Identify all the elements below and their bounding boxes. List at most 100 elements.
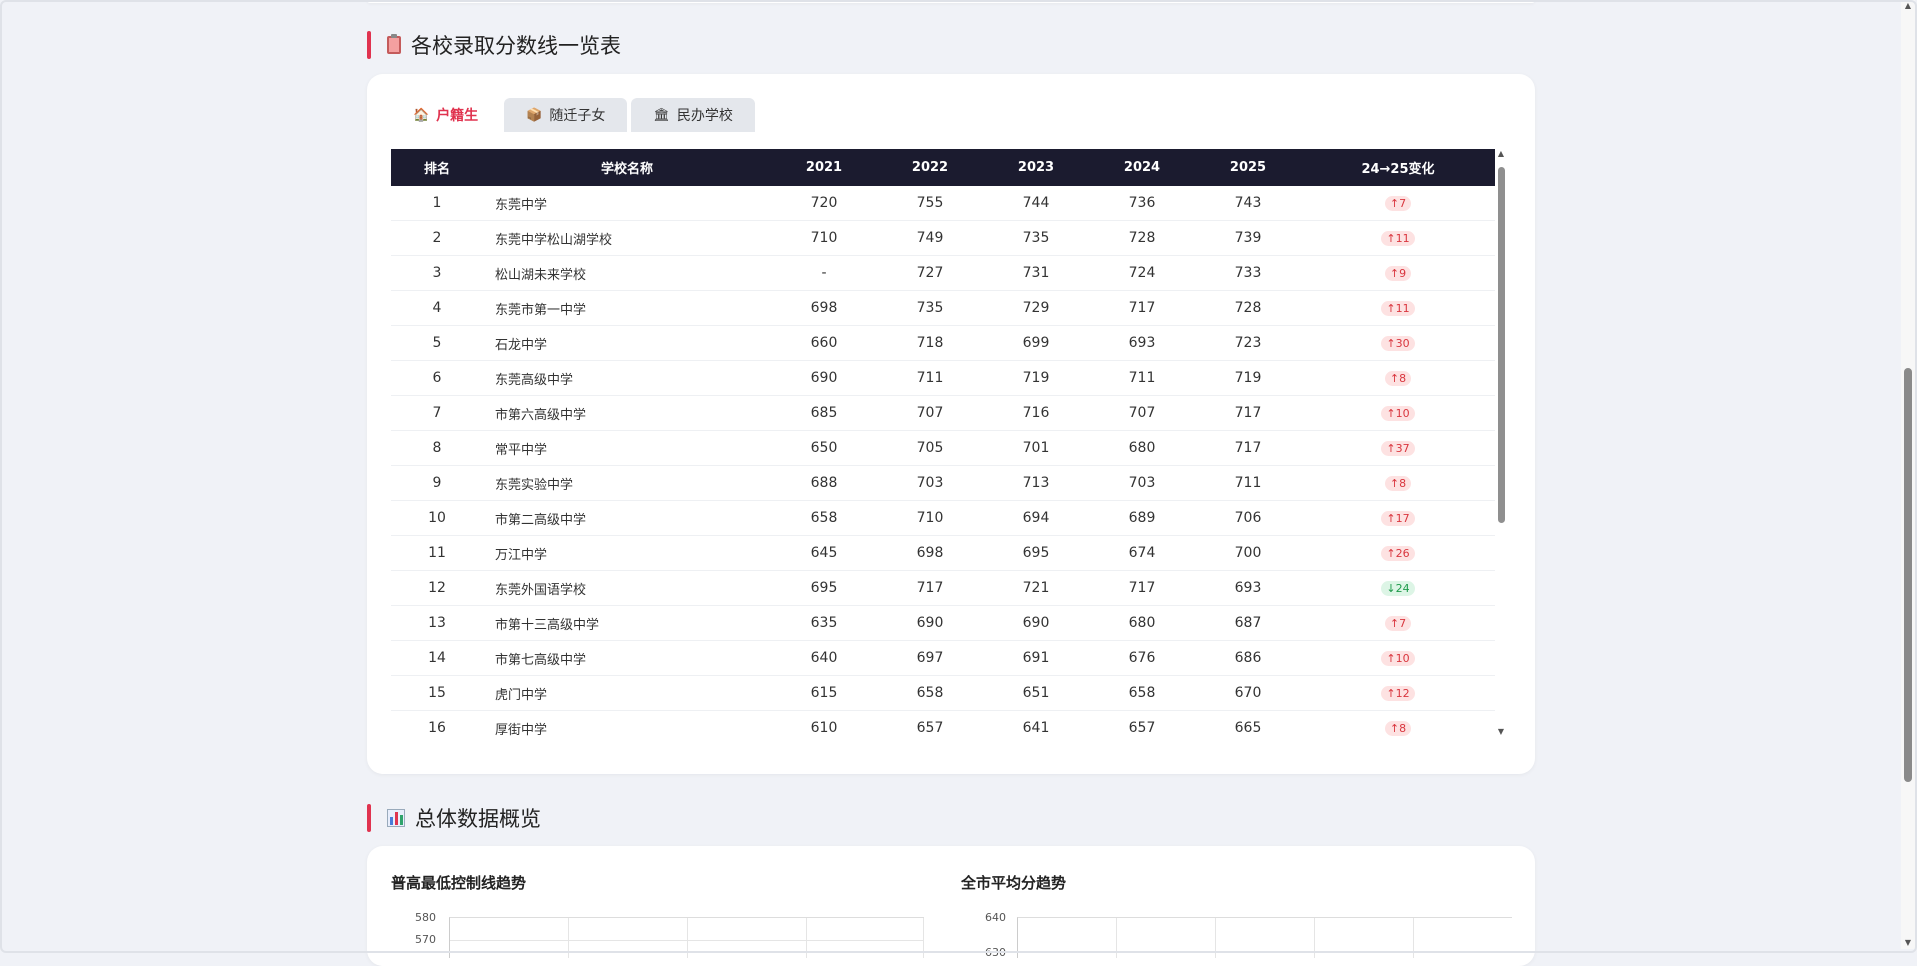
cell-y2023: 719	[983, 360, 1089, 396]
cell-y2023: 651	[983, 675, 1089, 711]
page-scroll-down-icon[interactable]: ▼	[1901, 937, 1915, 949]
tab-private-schools[interactable]: 🏛 民办学校	[631, 98, 755, 132]
cell-name: 市第六高级中学	[483, 395, 771, 431]
page-scroll-up-icon[interactable]: ▲	[1901, 0, 1915, 12]
change-badge: ↑9	[1384, 266, 1412, 281]
cell-y2021: 660	[771, 325, 877, 361]
cell-y2022: 658	[877, 675, 983, 711]
cell-name: 市第七高级中学	[483, 640, 771, 676]
table-row: 2 东莞中学松山湖学校 710 749 735 728 739 ↑11	[391, 220, 1495, 256]
cell-y2023: 701	[983, 430, 1089, 466]
cell-change: ↑9	[1301, 255, 1495, 291]
header-2022: 2022	[877, 149, 983, 186]
cell-name: 东莞外国语学校	[483, 570, 771, 606]
cell-y2023: 690	[983, 605, 1089, 641]
table-scrollbar[interactable]: ▲ ▼	[1495, 149, 1507, 737]
cell-name: 常平中学	[483, 430, 771, 466]
table-row: 8 常平中学 650 705 701 680 717 ↑37	[391, 430, 1495, 466]
cell-y2022: 710	[877, 500, 983, 536]
cell-y2022: 707	[877, 395, 983, 431]
cell-rank: 8	[391, 430, 483, 466]
tab-label: 户籍生	[436, 108, 479, 124]
cell-y2022: 690	[877, 605, 983, 641]
cell-y2021: 710	[771, 220, 877, 256]
cell-change: ↑7	[1301, 186, 1495, 221]
cell-y2021: 695	[771, 570, 877, 606]
cell-rank: 13	[391, 605, 483, 641]
cell-y2025: 717	[1195, 430, 1301, 466]
cell-y2021: 720	[771, 186, 877, 221]
change-badge: ↑7	[1384, 616, 1412, 631]
cell-y2023: 729	[983, 290, 1089, 326]
cell-y2023: 744	[983, 186, 1089, 221]
cell-y2022: 711	[877, 360, 983, 396]
cell-y2023: 641	[983, 710, 1089, 737]
table-row: 14 市第七高级中学 640 697 691 676 686 ↑10	[391, 640, 1495, 676]
cell-y2025: 706	[1195, 500, 1301, 536]
scroll-up-arrow-icon[interactable]: ▲	[1495, 149, 1507, 159]
change-badge: ↑10	[1381, 406, 1415, 421]
cell-y2024: 676	[1089, 640, 1195, 676]
scores-table-card: 🏠 户籍生 📦 随迁子女 🏛 民办学校 排名 学校名称 2021 2022 20…	[367, 74, 1535, 774]
change-badge: ↑11	[1381, 231, 1415, 246]
previous-card-edge	[367, 0, 1535, 3]
cell-y2021: 645	[771, 535, 877, 571]
cell-change: ↑8	[1301, 710, 1495, 737]
cell-y2024: 658	[1089, 675, 1195, 711]
cell-change: ↑26	[1301, 535, 1495, 571]
table-row: 6 东莞高级中学 690 711 719 711 719 ↑8	[391, 360, 1495, 396]
cell-name: 市第二高级中学	[483, 500, 771, 536]
cell-change: ↑17	[1301, 500, 1495, 536]
cell-y2022: 698	[877, 535, 983, 571]
cell-y2024: 693	[1089, 325, 1195, 361]
cell-rank: 14	[391, 640, 483, 676]
table-row: 1 东莞中学 720 755 744 736 743 ↑7	[391, 186, 1495, 221]
cell-change: ↑10	[1301, 395, 1495, 431]
section-title: 各校录取分数线一览表	[411, 34, 621, 58]
change-badge: ↑37	[1381, 441, 1415, 456]
cell-rank: 6	[391, 360, 483, 396]
cell-y2022: 735	[877, 290, 983, 326]
cell-y2024: 717	[1089, 570, 1195, 606]
cell-name: 松山湖未来学校	[483, 255, 771, 291]
cell-name: 东莞市第一中学	[483, 290, 771, 326]
header-school-name: 学校名称	[483, 149, 771, 186]
table-row: 15 虎门中学 615 658 651 658 670 ↑12	[391, 675, 1495, 711]
cell-rank: 12	[391, 570, 483, 606]
cell-rank: 16	[391, 710, 483, 737]
cell-y2022: 703	[877, 465, 983, 501]
cell-y2023: 735	[983, 220, 1089, 256]
cell-y2025: 719	[1195, 360, 1301, 396]
cell-y2021: 688	[771, 465, 877, 501]
cell-y2024: 680	[1089, 605, 1195, 641]
cell-change: ↑8	[1301, 360, 1495, 396]
cell-y2025: 686	[1195, 640, 1301, 676]
cell-y2023: 699	[983, 325, 1089, 361]
change-badge: ↑26	[1381, 546, 1415, 561]
table-row: 13 市第十三高级中学 635 690 690 680 687 ↑7	[391, 605, 1495, 641]
change-badge: ↑8	[1384, 476, 1412, 491]
y-tick-right-0: 640	[985, 911, 1006, 924]
page-scrollbar-thumb[interactable]	[1904, 368, 1912, 782]
tab-migrant-children[interactable]: 📦 随迁子女	[504, 98, 628, 132]
cell-name: 东莞中学松山湖学校	[483, 220, 771, 256]
change-badge: ↑8	[1384, 721, 1412, 736]
page-scrollbar[interactable]: ▲ ▼	[1901, 0, 1915, 949]
cell-y2025: 717	[1195, 395, 1301, 431]
table-row: 16 厚街中学 610 657 641 657 665 ↑8	[391, 710, 1495, 737]
change-badge: ↑30	[1381, 336, 1415, 351]
cell-change: ↑37	[1301, 430, 1495, 466]
cell-rank: 7	[391, 395, 483, 431]
tab-local-students[interactable]: 🏠 户籍生	[391, 98, 501, 132]
cell-name: 东莞高级中学	[483, 360, 771, 396]
scroll-down-arrow-icon[interactable]: ▼	[1495, 727, 1507, 737]
y-tick-left-0: 580	[415, 911, 436, 924]
table-scrollbar-thumb[interactable]	[1498, 167, 1505, 523]
tab-label: 民办学校	[676, 108, 733, 124]
scores-table-scroll-area[interactable]: 排名 学校名称 2021 2022 2023 2024 2025 24→25变化…	[391, 149, 1495, 737]
cell-y2023: 721	[983, 570, 1089, 606]
cell-name: 石龙中学	[483, 325, 771, 361]
change-badge: ↑12	[1381, 686, 1415, 701]
cell-name: 厚街中学	[483, 710, 771, 737]
cell-y2024: 707	[1089, 395, 1195, 431]
